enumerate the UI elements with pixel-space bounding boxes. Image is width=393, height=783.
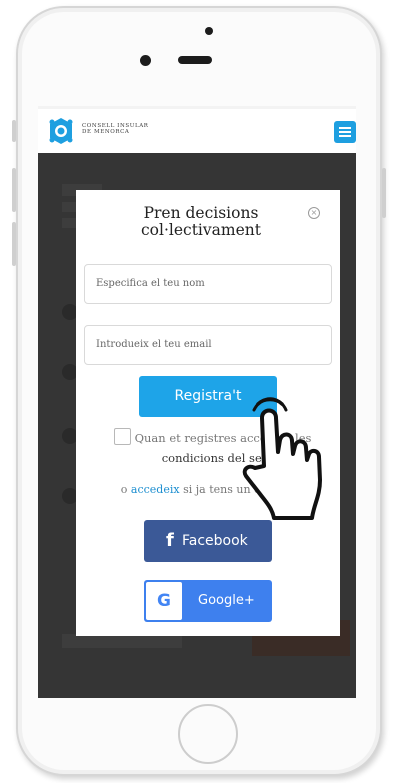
google-button[interactable]: G Google+: [144, 580, 272, 622]
email-input[interactable]: Introdueix el teu email: [84, 325, 332, 365]
facebook-icon: f: [166, 530, 174, 551]
org-name: CONSELL INSULAR DE MENORCA: [82, 123, 149, 135]
name-input[interactable]: Especifica el teu nom: [84, 264, 332, 304]
site-header: CONSELL INSULAR DE MENORCA: [38, 106, 356, 153]
login-link[interactable]: accedeix: [131, 483, 180, 496]
login-prefix: o: [120, 483, 128, 496]
facebook-button[interactable]: f Facebook: [144, 520, 272, 562]
google-icon: G: [146, 582, 182, 620]
menu-button[interactable]: [334, 121, 356, 143]
front-camera: [140, 55, 151, 66]
facebook-label: Facebook: [182, 533, 248, 549]
hand-pointer-icon: [242, 397, 322, 520]
consell-logo-icon: [49, 118, 73, 144]
org-name-line2: DE MENORCA: [82, 129, 130, 135]
mute-switch: [12, 120, 16, 142]
google-label: Google+: [198, 593, 255, 608]
background-line: [62, 634, 182, 648]
close-icon[interactable]: ×: [308, 207, 320, 219]
modal-title: Pren decisions col·lectivament: [141, 204, 261, 239]
volume-up-button: [12, 168, 16, 212]
terms-checkbox[interactable]: [114, 428, 131, 445]
earpiece-speaker: [178, 56, 212, 64]
hamburger-menu-icon-bar: [339, 135, 351, 137]
home-button: [178, 704, 238, 764]
front-sensor: [205, 27, 213, 35]
hamburger-menu-icon-bar: [339, 131, 351, 133]
volume-down-button: [12, 222, 16, 266]
hamburger-menu-icon: [339, 127, 351, 129]
power-button: [382, 168, 386, 218]
